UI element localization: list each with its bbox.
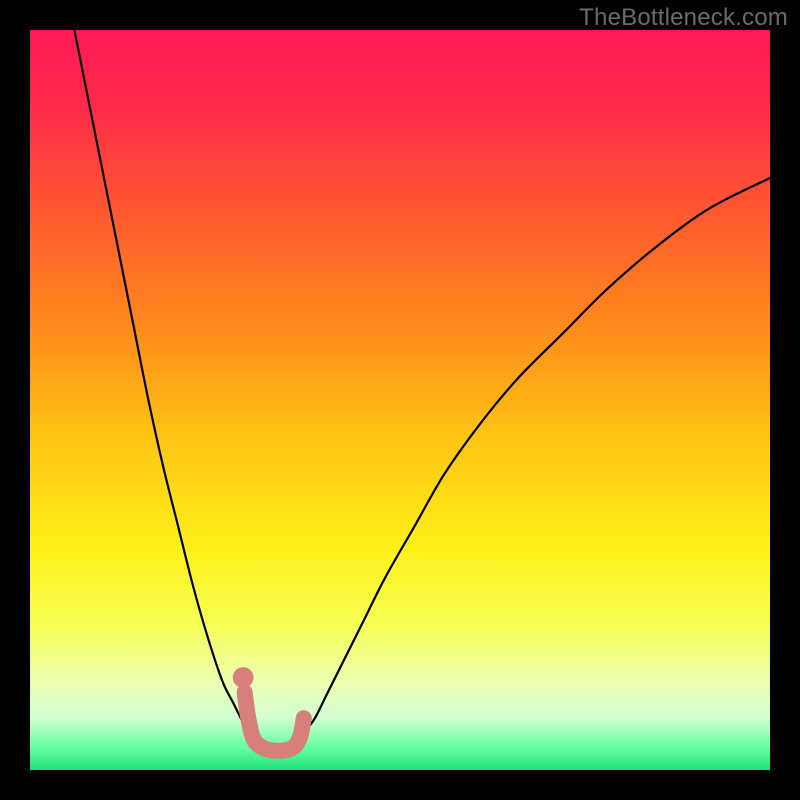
- plot-area: [30, 30, 770, 770]
- chart-frame: TheBottleneck.com: [0, 0, 800, 800]
- marker-dot: [233, 667, 254, 688]
- watermark-text: TheBottleneck.com: [579, 4, 788, 32]
- chart-svg: [30, 30, 770, 770]
- chart-background: [30, 30, 770, 770]
